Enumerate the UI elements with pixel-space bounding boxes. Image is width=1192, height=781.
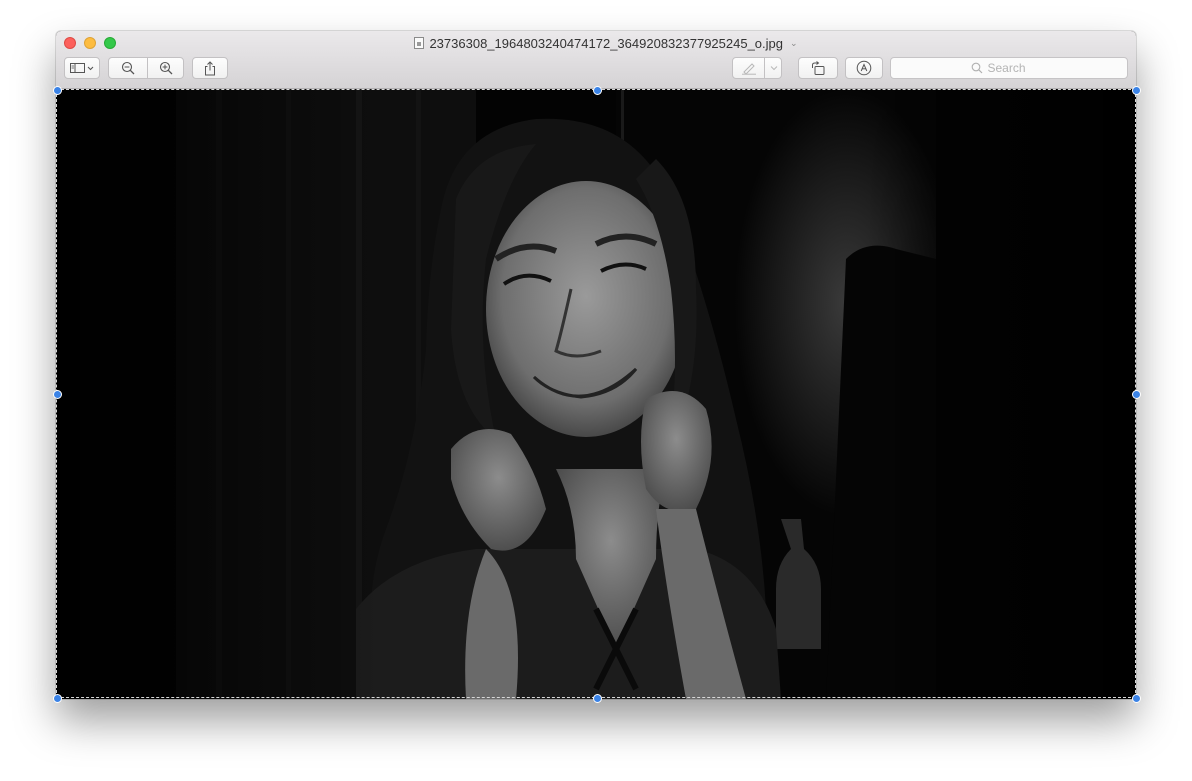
chevron-down-icon[interactable]: ⌄ (790, 38, 798, 49)
image-canvas[interactable] (56, 89, 1136, 699)
markup-pen-button[interactable] (733, 58, 764, 78)
close-button[interactable] (64, 37, 76, 49)
markup-options-button[interactable] (765, 58, 782, 78)
markup-pen-control (732, 57, 782, 79)
window-title-text: 23736308_1964803240474172_36492083237792… (429, 35, 783, 51)
preview-window: 23736308_1964803240474172_36492083237792… (53, 31, 1141, 703)
rotate-button[interactable] (798, 57, 838, 79)
sidebar-toggle-icon (70, 63, 94, 73)
rotate-left-icon (812, 60, 825, 75)
zoom-window-button[interactable] (104, 37, 116, 49)
zoom-out-button[interactable] (109, 58, 147, 78)
document-icon (414, 37, 425, 49)
zoom-out-icon (121, 61, 135, 75)
search-input[interactable] (987, 61, 1048, 75)
photo (56, 89, 1136, 699)
share-button[interactable] (192, 57, 228, 79)
markup-toolbar-button[interactable] (845, 57, 883, 79)
zoom-control (108, 57, 184, 79)
chevron-down-icon (770, 66, 777, 71)
markup-circle-icon (856, 60, 872, 76)
title-bar[interactable]: 23736308_1964803240474172_36492083237792… (56, 31, 1136, 89)
zoom-in-icon (159, 61, 173, 75)
window-title[interactable]: 23736308_1964803240474172_36492083237792… (396, 35, 816, 51)
search-icon (971, 62, 982, 74)
pen-icon (741, 63, 756, 75)
minimize-button[interactable] (84, 37, 96, 49)
share-icon (205, 60, 215, 75)
sidebar-view-button[interactable] (64, 57, 100, 79)
zoom-in-button[interactable] (148, 58, 184, 78)
search-field[interactable] (890, 57, 1128, 79)
